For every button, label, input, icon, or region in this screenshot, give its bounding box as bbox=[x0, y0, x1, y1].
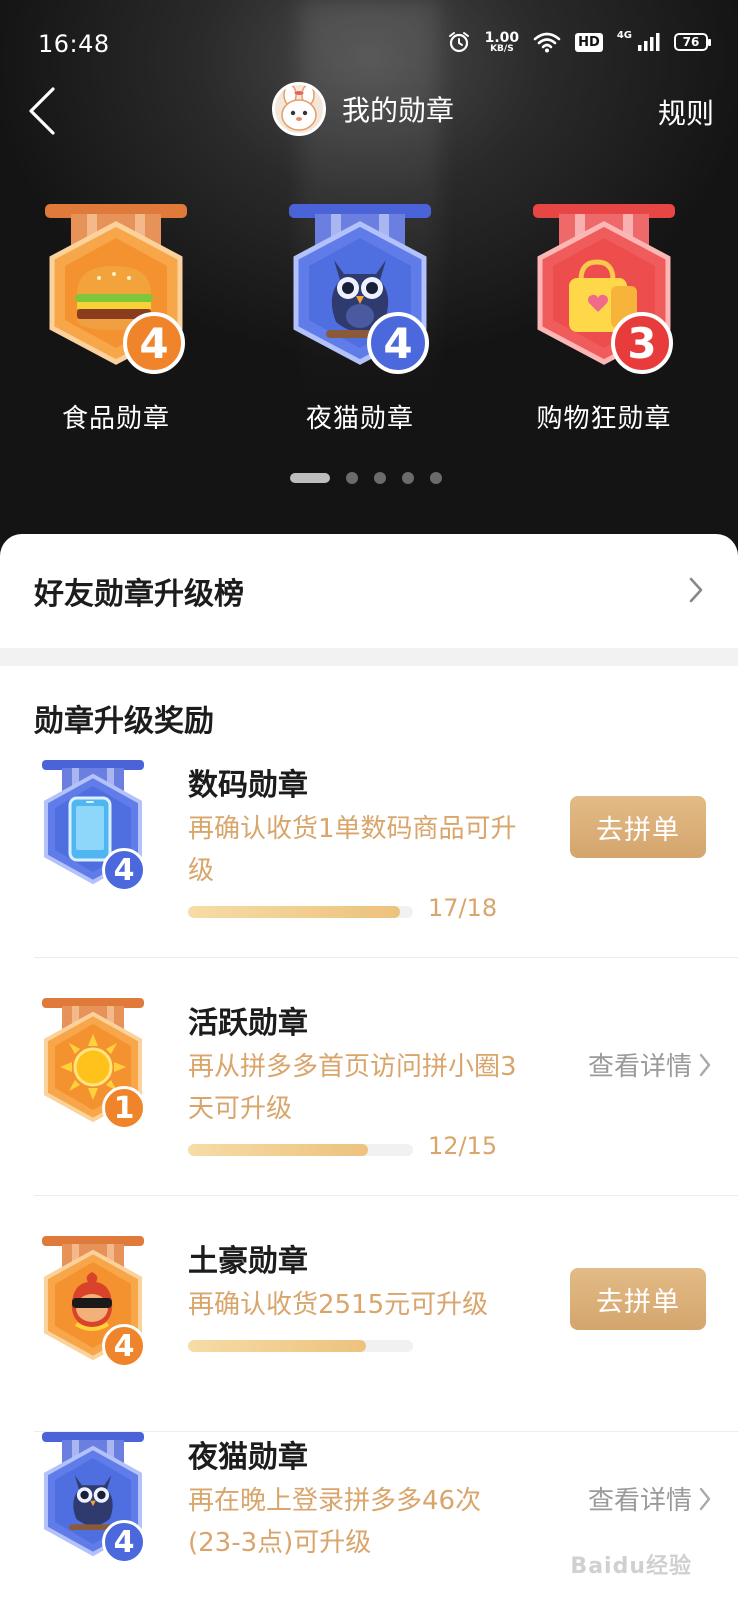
row-medal: 4 bbox=[38, 1234, 148, 1374]
reward-name: 活跃勋章 bbox=[188, 1006, 308, 1041]
progress-fill bbox=[188, 1144, 368, 1156]
progress-fill bbox=[188, 1340, 366, 1352]
reward-row-digital[interactable]: 4 数码勋章 再确认收货1单数码商品可升级 17/18 去拼单 bbox=[0, 758, 738, 958]
progress-bar bbox=[188, 1144, 413, 1156]
bunny-avatar-icon bbox=[281, 85, 317, 131]
pagination-dot[interactable] bbox=[346, 472, 358, 484]
row-level-badge: 4 bbox=[102, 848, 146, 892]
go-group-buy-button[interactable]: 去拼单 bbox=[570, 1268, 706, 1330]
reward-row-rich[interactable]: 4 土豪勋章 再确认收货2515元可升级 去拼单 bbox=[0, 1234, 738, 1432]
chevron-right-icon bbox=[699, 1487, 711, 1510]
section-divider bbox=[0, 648, 738, 666]
chevron-right-icon bbox=[689, 577, 703, 603]
medal-level-badge: 4 bbox=[123, 312, 185, 374]
back-button[interactable] bbox=[22, 84, 62, 138]
alarm-icon bbox=[447, 30, 471, 54]
progress-text: 12/15 bbox=[428, 1132, 498, 1160]
friend-rank-entry[interactable]: 好友勋章升级榜 bbox=[0, 534, 738, 648]
view-details-link[interactable]: 查看详情 bbox=[588, 1046, 712, 1083]
medal-label: 购物狂勋章 bbox=[536, 404, 672, 434]
battery-indicator: 76 bbox=[674, 33, 711, 51]
reward-desc: 再在晚上登录拼多多46次(23-3点)可升级 bbox=[188, 1486, 482, 1558]
carousel-pagination bbox=[290, 472, 442, 484]
view-details-label: 查看详情 bbox=[587, 1486, 692, 1516]
reward-row-active[interactable]: 1 活跃勋章 再从拼多多首页访问拼小圈3天可升级 12/15 查看详情 bbox=[0, 996, 738, 1196]
progress-bar bbox=[188, 906, 413, 918]
pagination-dot[interactable] bbox=[430, 472, 442, 484]
medal-level-badge: 4 bbox=[367, 312, 429, 374]
hero-banner: 16:48 1.00 KB/S HD 4G 76 我的勋章 规则 4 食品勋章 … bbox=[0, 0, 738, 560]
pagination-dot[interactable] bbox=[374, 472, 386, 484]
status-icons: 1.00 KB/S HD 4G 76 bbox=[447, 30, 711, 54]
pagination-dot[interactable] bbox=[402, 472, 414, 484]
medal-label: 夜猫勋章 bbox=[305, 404, 414, 434]
row-level-badge: 1 bbox=[102, 1086, 146, 1130]
row-level-badge: 4 bbox=[102, 1520, 146, 1564]
net-speed-unit: KB/S bbox=[490, 43, 514, 54]
view-details-link[interactable]: 查看详情 bbox=[588, 1480, 712, 1517]
carousel-medal-night-owl[interactable]: 4 夜猫勋章 bbox=[260, 200, 460, 435]
phone-icon bbox=[68, 796, 112, 862]
progress-bar bbox=[188, 1340, 413, 1352]
nav-header: 我的勋章 规则 bbox=[0, 80, 738, 140]
reward-name: 数码勋章 bbox=[188, 768, 308, 803]
carousel-medal-food[interactable]: 4 食品勋章 bbox=[16, 200, 216, 435]
net-speed: 1.00 KB/S bbox=[485, 31, 520, 54]
view-details-label: 查看详情 bbox=[587, 1052, 692, 1082]
wifi-icon bbox=[533, 31, 561, 53]
page-title: 我的勋章 bbox=[342, 94, 455, 127]
row-medal: 4 bbox=[38, 1430, 148, 1570]
status-bar: 16:48 1.00 KB/S HD 4G 76 bbox=[0, 0, 738, 90]
content-sheet: 好友勋章升级榜 勋章升级奖励 4 数码勋章 再确认收货1单数码商品可升级 17/… bbox=[0, 534, 738, 1600]
reward-desc: 再确认收货2515元可升级 bbox=[188, 1290, 489, 1320]
net-speed-value: 1.00 bbox=[484, 29, 520, 46]
medal-level-badge: 3 bbox=[611, 312, 673, 374]
medal-badge: 4 bbox=[285, 200, 435, 380]
medal-label: 食品勋章 bbox=[61, 404, 170, 434]
carousel-medal-shopaholic[interactable]: 3 购物狂勋章 bbox=[504, 200, 704, 435]
section-title: 勋章升级奖励 bbox=[34, 704, 214, 739]
row-medal: 1 bbox=[38, 996, 148, 1136]
cell-signal-icon bbox=[636, 31, 660, 53]
reward-desc: 再从拼多多首页访问拼小圈3天可升级 bbox=[188, 1052, 517, 1124]
go-group-buy-button[interactable]: 去拼单 bbox=[570, 796, 706, 858]
reward-desc: 再确认收货1单数码商品可升级 bbox=[188, 814, 517, 886]
row-divider bbox=[34, 957, 738, 958]
friend-rank-title: 好友勋章升级榜 bbox=[34, 577, 244, 612]
medal-carousel[interactable]: 4 食品勋章 4 夜猫勋章 3 购物狂勋章 bbox=[0, 200, 738, 440]
pagination-dot-active[interactable] bbox=[290, 473, 330, 483]
row-divider bbox=[34, 1195, 738, 1196]
status-time: 16:48 bbox=[38, 30, 110, 58]
medal-badge: 3 bbox=[529, 200, 679, 380]
header-center: 我的勋章 bbox=[272, 82, 454, 136]
row-level-badge: 4 bbox=[102, 1324, 146, 1368]
row-medal: 4 bbox=[38, 758, 148, 898]
reward-name: 土豪勋章 bbox=[188, 1244, 308, 1279]
reward-name: 夜猫勋章 bbox=[188, 1440, 308, 1475]
back-arrow-icon bbox=[29, 87, 55, 135]
avatar[interactable] bbox=[272, 82, 326, 136]
rules-link[interactable]: 规则 bbox=[658, 92, 714, 132]
chevron-right-icon bbox=[699, 1053, 711, 1076]
progress-fill bbox=[188, 906, 400, 918]
medal-badge: 4 bbox=[41, 200, 191, 380]
hd-badge: HD bbox=[575, 32, 603, 52]
watermark: Baidu经验 bbox=[570, 1554, 692, 1579]
signal-type: 4G bbox=[616, 30, 632, 41]
progress-text: 17/18 bbox=[428, 894, 498, 922]
